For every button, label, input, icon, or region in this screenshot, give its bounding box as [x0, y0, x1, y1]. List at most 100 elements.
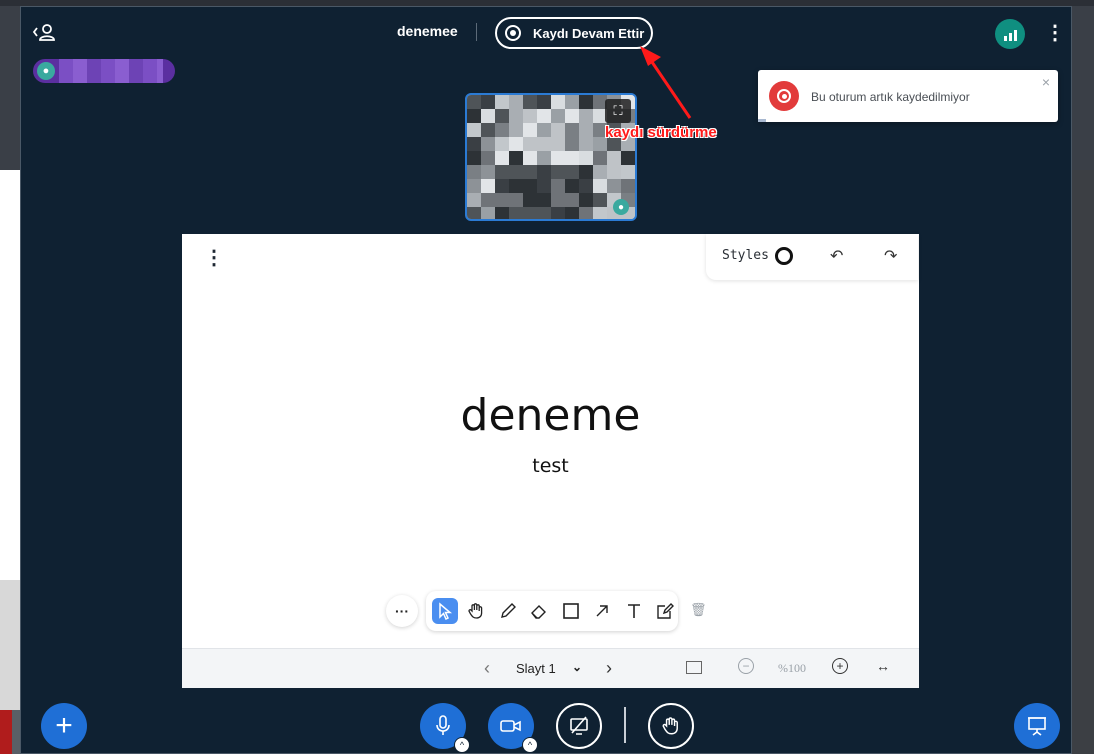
video-pixel — [537, 95, 551, 109]
chevron-up-icon[interactable]: ^ — [454, 737, 470, 753]
slide-title: deneme — [460, 390, 641, 441]
resume-recording-button[interactable]: Kaydı Devam Ettir — [495, 17, 653, 49]
video-pixel — [495, 137, 509, 151]
zoom-out-icon[interactable]: − — [738, 658, 754, 674]
video-pixel — [523, 179, 537, 193]
options-menu-button[interactable]: ⋮ — [1045, 21, 1065, 45]
video-pixel — [467, 207, 481, 219]
desktop-background — [0, 6, 20, 170]
video-pixel — [579, 137, 593, 151]
video-pixel — [607, 151, 621, 165]
desktop-background — [0, 580, 20, 710]
chart-icon[interactable] — [686, 661, 702, 674]
video-pixel — [551, 151, 565, 165]
fullscreen-icon[interactable]: ⛶ — [605, 99, 631, 123]
video-pixel — [495, 109, 509, 123]
connection-status-button[interactable] — [995, 19, 1025, 49]
note-icon[interactable] — [653, 598, 679, 624]
hand-icon — [662, 717, 678, 735]
video-pixel — [509, 193, 523, 207]
webcam-video-tile[interactable]: ⛶ ● — [465, 93, 637, 221]
actions-plus-button[interactable]: + — [41, 703, 87, 749]
video-pixel — [523, 151, 537, 165]
chevron-up-icon[interactable]: ^ — [522, 737, 538, 753]
video-pixel — [593, 151, 607, 165]
previous-slide-icon[interactable]: ‹ — [484, 658, 490, 679]
video-pixel — [565, 137, 579, 151]
arrow-icon[interactable] — [590, 598, 616, 624]
fit-width-icon[interactable]: ↔ — [876, 658, 890, 674]
microphone-icon: ● — [613, 199, 629, 215]
presentation-menu-button[interactable]: ⋮ — [204, 248, 224, 268]
redo-icon[interactable]: ↷ — [884, 246, 897, 266]
video-pixel — [537, 137, 551, 151]
record-button-label: Kaydı Devam Ettir — [533, 25, 645, 41]
video-pixel — [523, 193, 537, 207]
video-pixel — [551, 109, 565, 123]
more-tools-button[interactable]: ··· — [386, 595, 418, 627]
rectangle-icon[interactable] — [558, 598, 584, 624]
video-pixel — [565, 123, 579, 137]
video-pixel — [523, 95, 537, 109]
pencil-icon[interactable] — [495, 598, 521, 624]
video-pixel — [467, 193, 481, 207]
camera-button[interactable]: ^ — [488, 703, 538, 753]
video-pixel — [551, 95, 565, 109]
video-pixel — [509, 165, 523, 179]
video-pixel — [565, 151, 579, 165]
video-pixel — [467, 109, 481, 123]
stroke-color-icon[interactable] — [775, 247, 793, 265]
presentation-icon — [1028, 717, 1046, 736]
video-pixel — [481, 123, 495, 137]
video-pixel — [593, 165, 607, 179]
presentation-toggle-button[interactable] — [1014, 703, 1060, 749]
slide-selector[interactable]: Slayt 1 — [516, 661, 556, 676]
microphone-icon — [436, 715, 450, 735]
camera-icon — [500, 720, 521, 732]
raise-hand-button[interactable] — [648, 703, 694, 749]
microphone-icon: ● — [37, 62, 55, 80]
video-pixel — [621, 165, 635, 179]
video-pixel — [537, 109, 551, 123]
zoom-in-icon[interactable]: + — [832, 658, 848, 674]
video-pixel — [565, 109, 579, 123]
screen-share-button[interactable] — [556, 703, 602, 749]
eraser-icon[interactable] — [527, 598, 553, 624]
toolbar-divider — [624, 707, 626, 743]
styles-button[interactable]: Styles — [722, 248, 769, 263]
video-pixel — [509, 137, 523, 151]
video-pixel — [607, 179, 621, 193]
microphone-button[interactable]: ^ — [420, 703, 470, 753]
video-pixel — [495, 179, 509, 193]
signal-bars-icon — [1003, 36, 1007, 41]
video-pixel — [537, 123, 551, 137]
video-pixel — [509, 95, 523, 109]
slide-subtitle: test — [532, 455, 569, 477]
chevron-down-icon[interactable]: ⌄ — [572, 660, 582, 674]
presentation-whiteboard[interactable]: ⋮ Styles ↶ ↷ deneme test ··· 🗑 ‹ Slayt 1… — [182, 234, 919, 688]
video-pixel — [509, 109, 523, 123]
video-pixel — [551, 207, 565, 219]
video-pixel — [495, 207, 509, 219]
undo-icon[interactable]: ↶ — [830, 246, 843, 266]
user-list-icon — [32, 24, 55, 41]
select-icon[interactable] — [432, 598, 458, 624]
video-pixel — [495, 151, 509, 165]
video-pixel — [481, 137, 495, 151]
next-slide-icon[interactable]: › — [606, 658, 612, 679]
trash-icon[interactable]: 🗑 — [690, 602, 707, 618]
video-pixel — [481, 95, 495, 109]
close-icon[interactable]: × — [1042, 74, 1050, 90]
video-pixel — [565, 165, 579, 179]
video-pixel — [467, 179, 481, 193]
pan-icon[interactable] — [464, 598, 490, 624]
talking-indicator[interactable]: ● — [33, 59, 175, 83]
user-list-toggle-button[interactable] — [32, 21, 58, 43]
video-pixel — [495, 95, 509, 109]
title-divider — [476, 23, 477, 41]
zoom-level[interactable]: %100 — [778, 661, 806, 676]
video-pixel — [509, 179, 523, 193]
text-icon[interactable] — [621, 598, 647, 624]
video-pixel — [509, 207, 523, 219]
video-pixel — [607, 165, 621, 179]
